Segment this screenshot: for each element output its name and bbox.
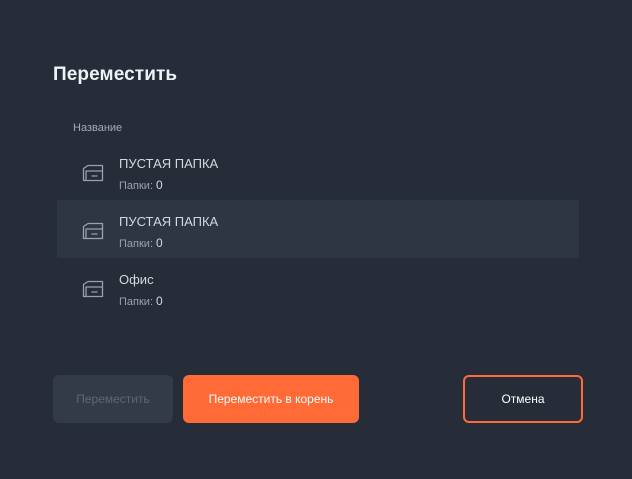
dialog-title: Переместить [53,64,178,85]
folder-meta: Папки: 0 [119,236,163,250]
folder-count: 0 [156,178,163,192]
folder-list: ПУСТАЯ ПАПКА Папки: 0 ПУСТАЯ ПАПКА Папки:… [57,142,579,316]
folder-count-label: Папки: [119,238,153,250]
folder-name: ПУСТАЯ ПАПКА [119,156,219,171]
column-header-name: Название [73,122,123,134]
folder-name: Офис [119,272,154,287]
folder-icon [82,222,104,240]
folder-row[interactable]: ПУСТАЯ ПАПКА Папки: 0 [57,200,579,258]
folder-count-label: Папки: [119,180,153,192]
folder-count: 0 [156,236,163,250]
folder-icon [82,164,104,182]
folder-name: ПУСТАЯ ПАПКА [119,214,219,229]
move-dialog: Переместить Название ПУСТАЯ ПАПКА Папки:… [0,0,632,479]
folder-count-label: Папки: [119,296,153,308]
cancel-button[interactable]: Отмена [463,375,583,423]
move-to-root-button[interactable]: Переместить в корень [183,375,359,423]
folder-row[interactable]: ПУСТАЯ ПАПКА Папки: 0 [57,142,579,200]
folder-meta: Папки: 0 [119,294,163,308]
folder-meta: Папки: 0 [119,178,163,192]
folder-count: 0 [156,294,163,308]
folder-row[interactable]: Офис Папки: 0 [57,258,579,316]
move-button[interactable]: Переместить [53,375,173,423]
folder-icon [82,280,104,298]
